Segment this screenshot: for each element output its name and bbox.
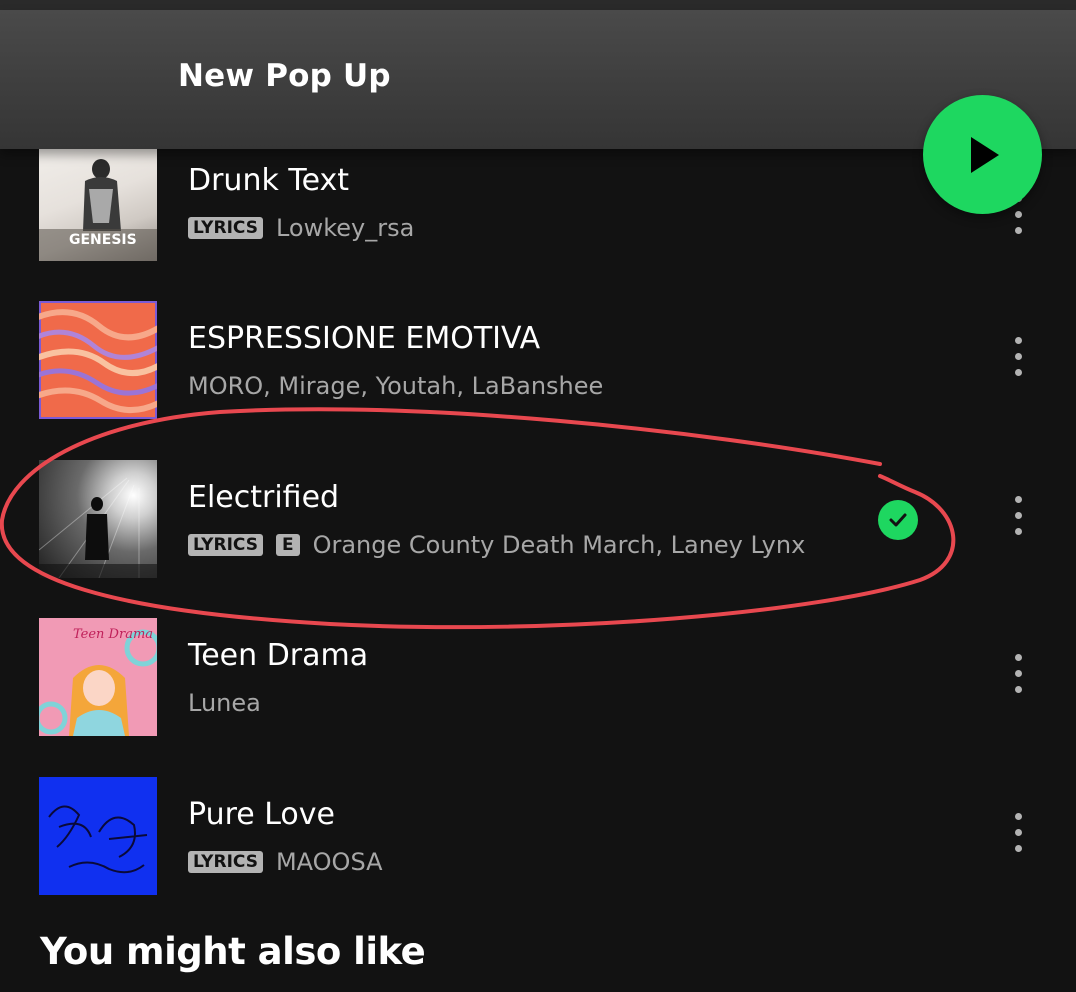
- album-art: Teen Drama: [39, 618, 157, 736]
- track-row-electrified[interactable]: Electrified LYRICS E Orange County Death…: [0, 460, 1076, 578]
- album-art: GENESIS: [39, 143, 157, 261]
- track-row-espressione-emotiva[interactable]: ESPRESSIONE EMOTIVA MORO, Mirage, Youtah…: [0, 301, 1076, 419]
- playlist-title: New Pop Up: [178, 58, 391, 94]
- track-meta: MORO, Mirage, Youtah, LaBanshee: [188, 369, 603, 403]
- more-options-icon[interactable]: [1008, 337, 1028, 383]
- album-art: [39, 777, 157, 895]
- track-meta: Lunea: [188, 686, 261, 720]
- lyrics-badge: LYRICS: [188, 534, 263, 556]
- track-row-drunk-text[interactable]: GENESIS Drunk Text LYRICS Lowkey_rsa: [0, 143, 1076, 261]
- cover-text: Teen Drama: [73, 627, 153, 642]
- track-artists: Lunea: [188, 689, 261, 717]
- more-options-icon[interactable]: [1008, 654, 1028, 700]
- section-title: You might also like: [40, 930, 426, 973]
- more-options-icon[interactable]: [1008, 813, 1028, 859]
- downloaded-check-icon: [878, 500, 918, 540]
- track-title: Pure Love: [188, 797, 335, 832]
- album-art-image: [39, 477, 157, 578]
- track-title: Drunk Text: [188, 163, 350, 198]
- lyrics-badge: LYRICS: [188, 851, 263, 873]
- track-meta: LYRICS E Orange County Death March, Lane…: [188, 528, 805, 562]
- track-title: ESPRESSIONE EMOTIVA: [188, 321, 541, 356]
- track-row-teen-drama[interactable]: Teen Drama Teen Drama Lunea: [0, 618, 1076, 736]
- track-meta: LYRICS Lowkey_rsa: [188, 211, 414, 245]
- album-art: [39, 301, 157, 419]
- album-art-image: [39, 309, 157, 414]
- track-artists: MORO, Mirage, Youtah, LaBanshee: [188, 372, 604, 400]
- playlist-header: New Pop Up: [0, 10, 1076, 149]
- album-art-image: GENESIS: [39, 159, 157, 261]
- cover-text: GENESIS: [69, 232, 137, 248]
- album-art: [39, 460, 157, 578]
- play-icon: [970, 136, 999, 173]
- track-artists: Lowkey_rsa: [275, 214, 415, 242]
- explicit-badge: E: [275, 534, 300, 556]
- album-art-image: [48, 805, 148, 874]
- track-row-pure-love[interactable]: Pure Love LYRICS MAOOSA: [0, 777, 1076, 895]
- album-art-image: Teen Drama: [39, 627, 157, 736]
- track-meta: LYRICS MAOOSA: [188, 845, 383, 879]
- play-button[interactable]: [923, 95, 1042, 214]
- lyrics-badge: LYRICS: [188, 217, 263, 239]
- track-title: Teen Drama: [188, 638, 369, 673]
- track-title: Electrified: [188, 480, 340, 515]
- more-options-icon[interactable]: [1008, 496, 1028, 542]
- track-artists: MAOOSA: [275, 848, 383, 876]
- track-artists: Orange County Death March, Laney Lynx: [312, 531, 806, 559]
